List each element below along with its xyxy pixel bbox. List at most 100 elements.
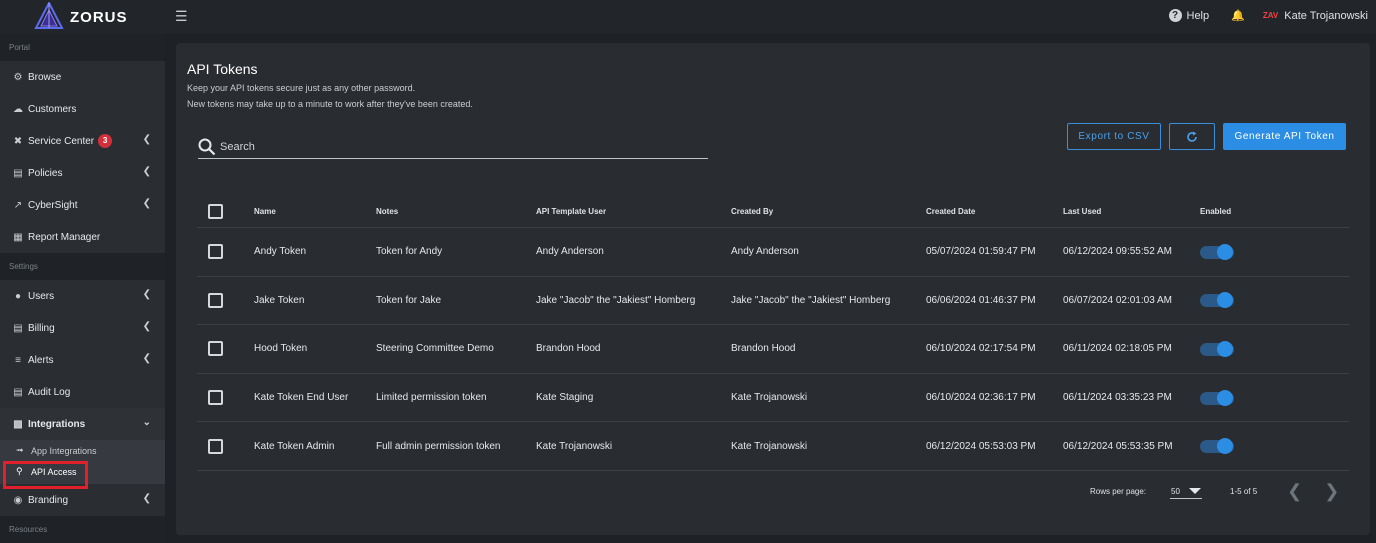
rows-per-page-select[interactable]: 50 [1170,485,1203,499]
integrations-submenu: ➟ App Integrations ⚲ API Access [0,440,165,489]
sidebar-item-report-manager[interactable]: ▦ Report Manager [0,221,165,253]
cloud-icon: ☁ [13,103,23,115]
enabled-toggle[interactable] [1200,243,1234,261]
sidebar-item-customers[interactable]: ☁ Customers [0,93,165,125]
sidebar-item-alerts[interactable]: ≡ Alerts ❮ [0,344,165,376]
page-title: API Tokens [187,61,258,77]
main-panel: API Tokens Keep your API tokens secure j… [176,43,1370,535]
column-header-name[interactable]: Name [254,207,376,216]
cell-name: Kate Token End User [254,392,349,404]
app-integrations-icon: ➟ [16,445,24,455]
cell-template-user: Jake "Jacob" the "Jakiest" Homberg [536,294,696,306]
sidebar-item-label: Browse [28,71,62,83]
row-checkbox[interactable] [208,390,223,406]
next-page-icon[interactable]: ❯ [1324,481,1339,502]
sidebar-item-browse[interactable]: ⚙ Browse [0,61,165,93]
table-row[interactable]: Hood Token Steering Committee Demo Brand… [197,325,1349,374]
section-label-settings: Settings [0,253,165,280]
section-label-resources: Resources [0,516,165,543]
sidebar-item-billing[interactable]: ▤ Billing ❮ [0,312,165,344]
sidebar-item-policies[interactable]: ▤ Policies ❮ [0,157,165,189]
cell-created-date: 06/10/2024 02:36:17 PM [926,392,1036,404]
enabled-toggle[interactable] [1200,340,1234,358]
cell-notes: Token for Andy [376,246,443,258]
enabled-toggle[interactable] [1200,437,1234,455]
cell-created-date: 05/07/2024 01:59:47 PM [926,246,1036,258]
browse-icon: ⚙ [13,71,23,83]
prev-page-icon[interactable]: ❮ [1287,481,1302,502]
column-header-created-date[interactable]: Created Date [926,207,1063,216]
sidebar-item-service-center[interactable]: ✖ Service Center 3 ❮ [0,125,165,157]
refresh-button[interactable] [1169,123,1215,150]
column-header-notes[interactable]: Notes [376,207,536,216]
pagination: Rows per page: 50 1-5 of 5 ❮ ❯ [1090,481,1339,502]
folder-icon: ▤ [13,167,23,179]
chevron-left-icon: ❮ [142,289,151,300]
cell-created-by: Kate Trojanowski [731,440,808,452]
alerts-icon: ≡ [15,354,21,366]
top-bar: ZORUS ☰ ? Help 🔔 ZAV Kate Trojanowski [0,0,1376,34]
sidebar-item-cybersight[interactable]: ↗ CyberSight ❮ [0,189,165,221]
sidebar-item-label: Branding [28,494,69,506]
menu-toggle-icon[interactable]: ☰ [175,8,188,25]
cell-name: Andy Token [254,246,307,258]
sidebar-item-label: Policies [28,167,63,179]
sidebar-item-audit-log[interactable]: ▤ Audit Log [0,376,165,408]
sidebar-subitem-app-integrations[interactable]: ➟ App Integrations [0,440,165,461]
row-checkbox[interactable] [208,292,223,308]
cell-notes: Limited permission token [376,392,487,404]
avatar[interactable]: ZAV [1263,11,1278,20]
cell-last-used: 06/11/2024 03:35:23 PM [1063,392,1172,404]
column-header-last-used[interactable]: Last Used [1063,207,1200,216]
chevron-left-icon: ❮ [142,353,151,364]
search-input[interactable] [220,140,700,153]
top-right-actions: ? Help 🔔 ZAV Kate Trojanowski [1168,9,1368,22]
column-header-enabled[interactable]: Enabled [1200,207,1300,216]
row-checkbox[interactable] [208,341,223,357]
row-checkbox[interactable] [208,438,223,454]
table-row[interactable]: Kate Token End User Limited permission t… [197,374,1349,423]
cell-last-used: 06/11/2024 02:18:05 PM [1063,343,1172,355]
sidebar-item-label: CyberSight [28,199,78,211]
sidebar-item-label: Customers [28,103,77,115]
zorus-logo-icon [34,2,64,29]
branding-icon: ◉ [13,494,23,506]
integrations-icon: ▩ [13,418,23,430]
select-all-checkbox[interactable] [208,203,223,219]
cell-created-by: Jake "Jacob" the "Jakiest" Homberg [731,294,891,306]
sidebar-subitem-api-access[interactable]: ⚲ API Access [0,461,165,489]
user-name[interactable]: Kate Trojanowski [1284,10,1368,22]
chevron-left-icon: ❮ [142,198,151,209]
logo-text: ZORUS [70,8,128,26]
sidebar-item-label: Service Center [28,135,95,147]
bell-icon[interactable]: 🔔 [1231,9,1245,22]
row-checkbox[interactable] [208,244,223,260]
help-icon[interactable]: ? [1168,9,1182,22]
chevron-left-icon: ❮ [142,493,151,504]
generate-api-token-button[interactable]: Generate API Token [1223,123,1346,150]
billing-icon: ▤ [13,322,23,334]
sidebar-item-label: Audit Log [28,386,71,398]
export-csv-button[interactable]: Export to CSV [1067,123,1161,150]
table-row[interactable]: Kate Token Admin Full admin permission t… [197,422,1349,471]
enabled-toggle[interactable] [1200,389,1234,407]
chevron-left-icon: ❮ [142,134,151,145]
logo[interactable]: ZORUS [34,2,128,32]
enabled-toggle[interactable] [1200,291,1234,309]
table-row[interactable]: Andy Token Token for Andy Andy Anderson … [197,228,1349,277]
column-header-created-by[interactable]: Created By [731,207,926,216]
sidebar-item-integrations[interactable]: ▩ Integrations ⌄ [0,408,165,440]
search-bar [198,135,708,159]
sidebar-item-branding[interactable]: ◉ Branding ❮ [0,484,165,516]
cell-name: Jake Token [254,294,305,306]
sidebar-item-users[interactable]: ● Users ❮ [0,280,165,312]
column-header-template-user[interactable]: API Template User [536,207,731,216]
help-link[interactable]: Help [1187,10,1210,22]
cell-created-date: 06/06/2024 01:46:37 PM [926,294,1036,306]
chevron-left-icon: ❮ [142,166,151,177]
page-range: 1-5 of 5 [1230,487,1258,496]
sidebar-item-label: Billing [28,322,55,334]
sidebar-item-label: Report Manager [28,231,101,243]
table-row[interactable]: Jake Token Token for Jake Jake "Jacob" t… [197,277,1349,326]
cell-notes: Steering Committee Demo [376,343,494,355]
